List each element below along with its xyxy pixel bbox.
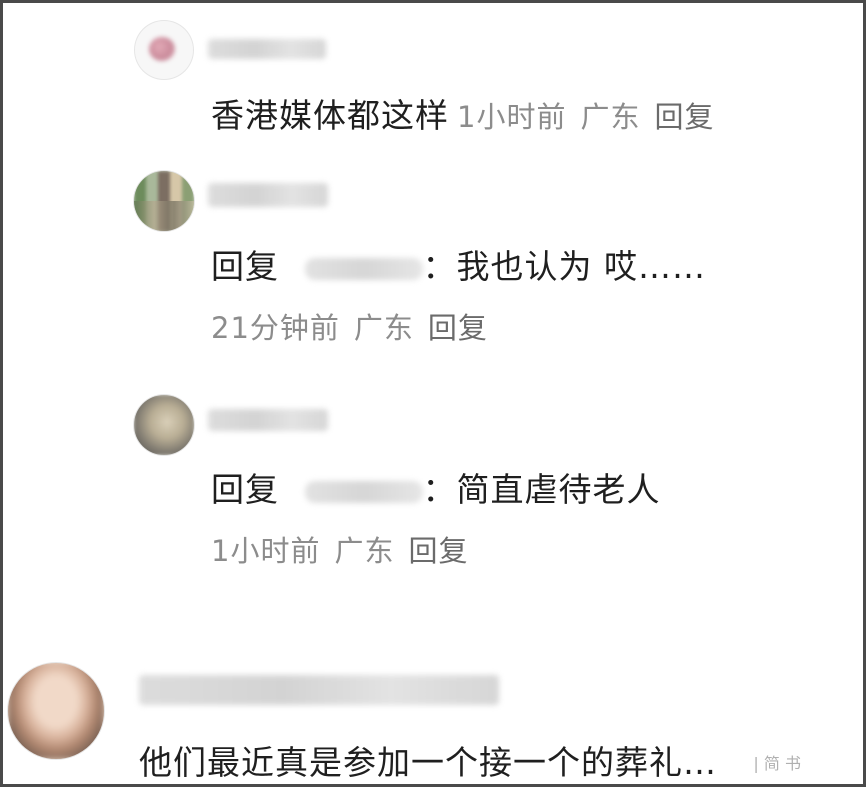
comment-location: 广东 (580, 100, 641, 134)
comment-location: 广东 (334, 534, 395, 568)
comment-meta: 1小时前 广东 回复 (457, 100, 714, 134)
avatar-image (8, 663, 104, 759)
avatar-image-overlay (134, 201, 194, 231)
replied-username-redacted[interactable] (304, 257, 423, 280)
comment-body: 香港媒体都这样 1小时前 广东 回复 (211, 89, 714, 137)
username-redacted[interactable] (139, 675, 499, 705)
comment-time: 21分钟前 (211, 311, 340, 345)
avatar-image (149, 37, 175, 61)
comment-meta: 21分钟前 广东 回复 (211, 305, 488, 347)
comment-body: 回复 ：简直虐待老人 (211, 463, 661, 511)
comment-time: 1小时前 (457, 100, 567, 134)
comment-thread-screenshot: 香港媒体都这样 1小时前 广东 回复 回复 ：我也认为 哎…… 21分钟前 广东 回复 回… (0, 0, 866, 787)
avatar-image (134, 395, 194, 455)
comment-text: 香港媒体都这样 (211, 96, 449, 135)
comment-body: 他们最近真是参加一个接一个的葬礼… (139, 736, 717, 784)
reply-button[interactable]: 回复 (654, 100, 714, 134)
user-avatar[interactable] (8, 663, 104, 759)
username-redacted[interactable] (208, 409, 328, 431)
comment-text: ：我也认为 哎…… (422, 247, 706, 286)
comment-body: 回复 ：我也认为 哎…… (211, 240, 706, 288)
username-redacted[interactable] (208, 183, 328, 207)
reply-prefix: 回复 (211, 247, 279, 286)
reply-prefix: 回复 (211, 470, 279, 509)
watermark: | 简 书 (753, 754, 801, 773)
comment-location: 广东 (353, 311, 414, 345)
user-avatar[interactable] (134, 171, 194, 231)
comment-text: ：简直虐待老人 (422, 470, 661, 509)
reply-button[interactable]: 回复 (408, 534, 468, 568)
username-redacted[interactable] (208, 39, 326, 59)
comment-text: 他们最近真是参加一个接一个的葬礼… (139, 743, 717, 782)
comment-time: 1小时前 (211, 534, 321, 568)
replied-username-redacted[interactable] (304, 480, 423, 503)
reply-button[interactable]: 回复 (428, 311, 488, 345)
comment-meta: 1小时前 广东 回复 (211, 528, 468, 570)
user-avatar[interactable] (134, 395, 194, 455)
user-avatar[interactable] (135, 21, 193, 79)
